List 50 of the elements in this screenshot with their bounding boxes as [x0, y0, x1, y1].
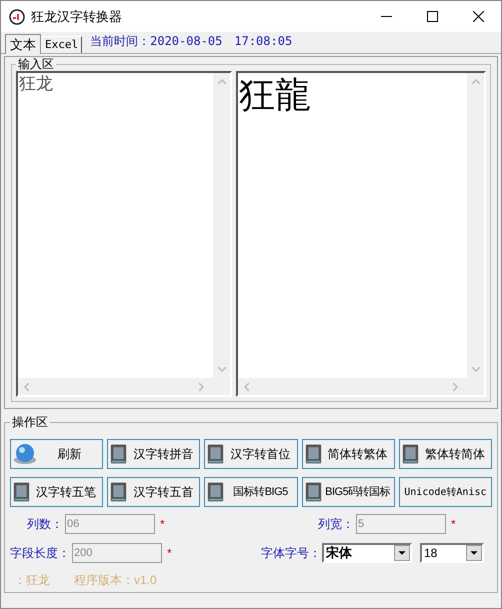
convert-button[interactable]: Unicode转Anisc	[398, 477, 492, 507]
field-label: 字段长度：	[10, 545, 70, 562]
field-label: 列数：	[26, 516, 63, 533]
book-icon	[110, 481, 128, 503]
maximize-icon	[426, 11, 438, 22]
convert-button[interactable]: 国标转BIG5	[204, 477, 298, 507]
author-label: ：狂龙	[14, 572, 50, 589]
required-mark: *	[160, 516, 165, 533]
scroll-right-icon[interactable]	[453, 382, 458, 390]
convert-button[interactable]: 汉字转五首	[107, 477, 200, 507]
scroll-up-icon[interactable]	[472, 79, 480, 84]
scroll-down-icon[interactable]	[218, 367, 226, 372]
book-icon	[207, 481, 224, 503]
globe-icon	[13, 443, 37, 465]
book-icon	[304, 443, 322, 465]
current-time: 当前时间：2020-08-05 17:08:05	[90, 33, 292, 50]
required-mark: *	[167, 545, 172, 562]
scroll-left-icon[interactable]	[244, 382, 249, 390]
group-title: 输入区	[17, 57, 55, 71]
minimize-icon	[380, 16, 392, 17]
app-icon	[9, 8, 25, 24]
convert-button[interactable]: 简体转繁体	[302, 439, 395, 469]
book-icon	[207, 443, 224, 465]
scroll-left-icon[interactable]	[24, 382, 29, 390]
book-icon	[304, 481, 322, 503]
field-label: 字体字号：	[261, 545, 322, 562]
book-icon	[110, 443, 128, 465]
scroll-down-icon[interactable]	[472, 367, 480, 372]
convert-button[interactable]: 繁体转简体	[398, 439, 492, 469]
book-icon	[402, 443, 419, 465]
version-label: 程序版本：v1.0	[74, 572, 157, 589]
close-icon	[472, 11, 484, 22]
tab[interactable]: 文本	[5, 34, 41, 54]
book-icon	[13, 481, 30, 503]
convert-button[interactable]: 汉字转五笔	[10, 477, 104, 507]
field-label: 列宽：	[317, 516, 354, 533]
group-title: 操作区	[11, 415, 49, 429]
scroll-up-icon[interactable]	[218, 79, 226, 84]
window-title: 狂龙汉字转换器	[31, 8, 122, 26]
convert-button[interactable]: BIG5码转国标	[302, 477, 395, 507]
convert-button[interactable]: 刷新	[10, 439, 104, 469]
source-text-area[interactable]: 狂龙	[16, 71, 232, 397]
convert-button[interactable]: 汉字转首位	[204, 439, 298, 469]
dropdown[interactable]: 宋体	[322, 543, 412, 563]
convert-button[interactable]: 汉字转拼音	[107, 439, 200, 469]
tab[interactable]: Excel	[41, 36, 82, 53]
dropdown[interactable]: 18	[420, 543, 484, 563]
required-mark: *	[451, 516, 456, 533]
scroll-right-icon[interactable]	[199, 382, 204, 390]
result-text-area[interactable]: 狂龍	[236, 71, 486, 397]
